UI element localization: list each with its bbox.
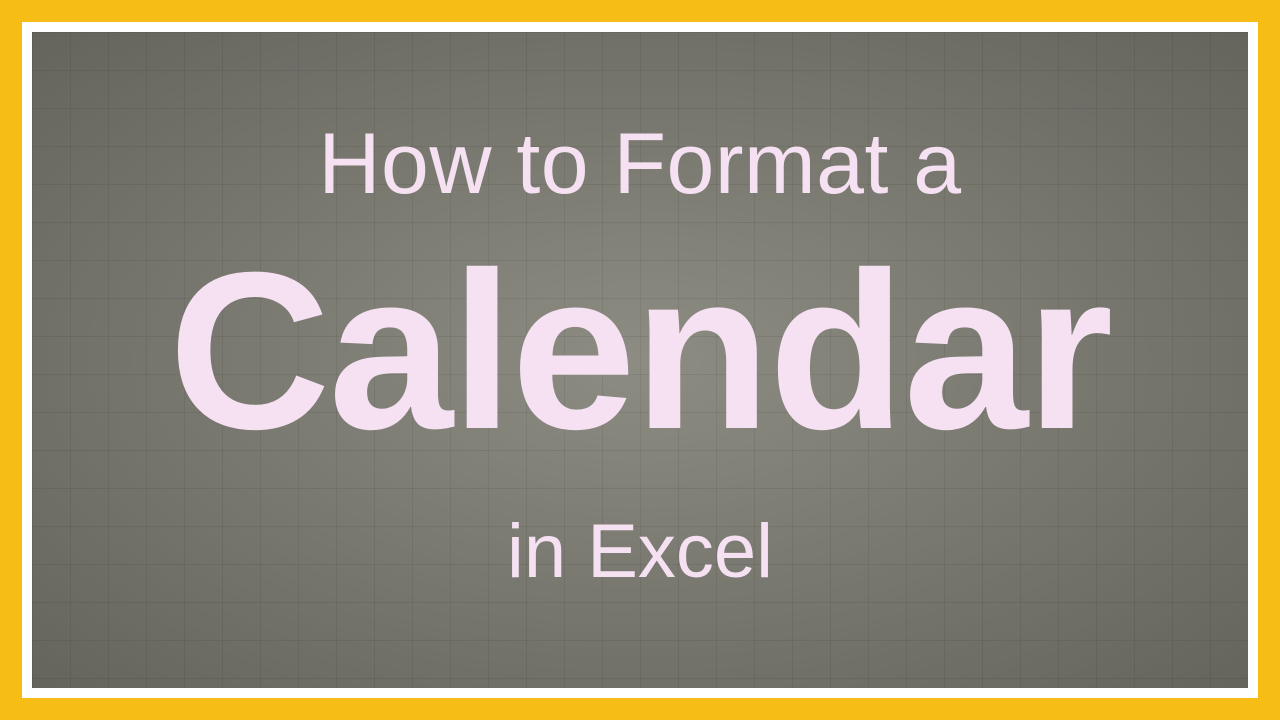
title-line-1: How to Format a — [318, 115, 961, 214]
title-line-2: Calendar — [169, 239, 1112, 463]
chalkboard-background: How to Format a Calendar in Excel — [32, 32, 1248, 688]
title-line-3: in Excel — [507, 508, 773, 595]
outer-frame: How to Format a Calendar in Excel — [22, 22, 1258, 698]
